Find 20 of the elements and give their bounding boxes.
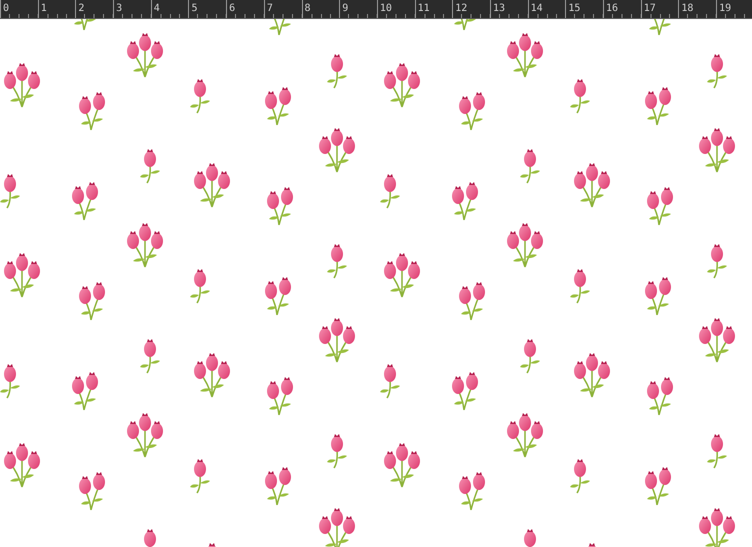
ruler-number: 16 — [606, 3, 618, 14]
ruler-number: 7 — [266, 3, 273, 14]
ruler-number: 14 — [530, 3, 543, 14]
ruler-number: 1 — [40, 3, 47, 14]
ruler-number: 17 — [644, 3, 656, 14]
ruler-number: 13 — [492, 3, 505, 14]
ruler-number: 19 — [719, 3, 732, 14]
ruler-number: 6 — [229, 3, 236, 14]
ruler-number: 18 — [681, 3, 694, 14]
ruler-number: 0 — [3, 3, 10, 14]
ruler-number: 9 — [342, 3, 348, 14]
ruler-number: 5 — [191, 3, 198, 14]
ruler-number: 2 — [78, 3, 84, 14]
ruler-number: 15 — [568, 3, 580, 14]
ruler-number: 12 — [455, 3, 468, 14]
ruler-number: 3 — [116, 3, 122, 14]
ruler-number: 4 — [154, 3, 160, 14]
ruler-number: 8 — [304, 3, 311, 14]
ruler-number: 11 — [418, 3, 430, 14]
ruler-number: 10 — [380, 3, 392, 14]
